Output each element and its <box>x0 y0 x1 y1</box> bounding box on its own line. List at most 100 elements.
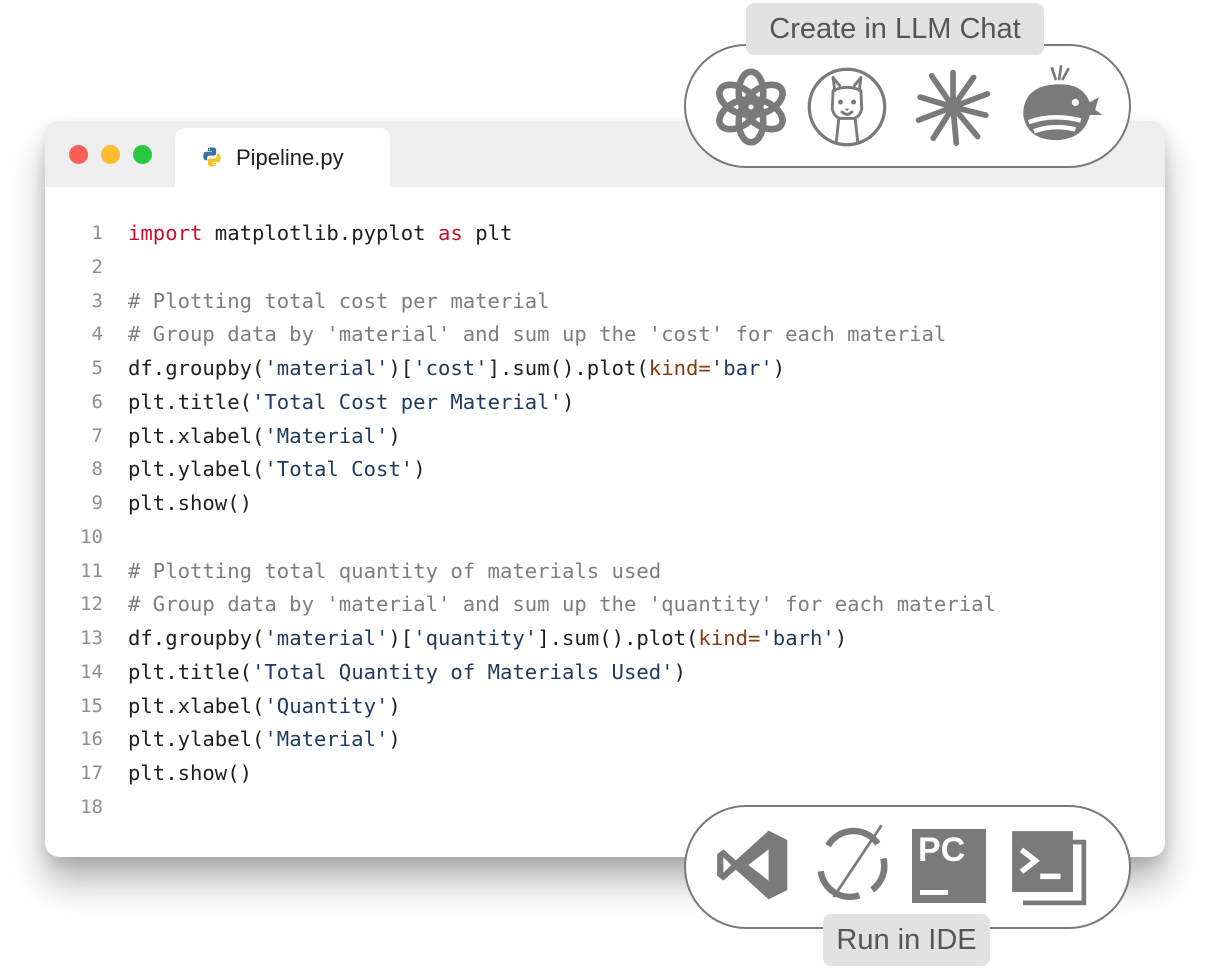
code-text: import matplotlib.pyplot as plt <box>128 217 512 251</box>
maximize-window-button[interactable] <box>133 145 152 164</box>
tab-pipeline-py[interactable]: Pipeline.py <box>175 128 390 187</box>
minimize-window-button[interactable] <box>101 145 120 164</box>
line-number: 16 <box>80 728 103 751</box>
line-number: 14 <box>80 660 103 683</box>
code-line[interactable]: 15 plt.xlabel('Quantity') <box>45 690 1165 724</box>
code-token: ) <box>388 423 401 448</box>
claude-icon[interactable] <box>912 66 994 148</box>
code-line[interactable]: 11 # Plotting total quantity of materials… <box>45 555 1165 589</box>
line-number: 11 <box>80 559 103 582</box>
code-token: kind= <box>648 356 711 380</box>
code-token: kind= <box>698 626 761 650</box>
code-text: # Plotting total quantity of materials u… <box>128 555 661 589</box>
line-number: 12 <box>80 593 103 616</box>
code-text: plt.title('Total Quantity of Materials U… <box>128 656 686 690</box>
line-number: 10 <box>80 525 103 548</box>
code-token: 'Quantity' <box>264 693 389 718</box>
code-token: 'material' <box>264 356 389 380</box>
line-number: 15 <box>80 694 103 717</box>
line-number: 13 <box>80 627 103 649</box>
code-text: plt.xlabel('Material') <box>128 420 401 454</box>
code-token: df.groupby( <box>128 626 265 650</box>
code-token: plt.title( <box>128 389 252 414</box>
line-number: 7 <box>91 424 103 447</box>
code-area[interactable]: 1 import matplotlib.pyplot as plt 2 3 # Plot… <box>45 217 1165 825</box>
code-token: 'Total Quantity of Materials Used' <box>252 659 674 684</box>
code-line[interactable]: 10 <box>45 521 1165 555</box>
code-text: plt.show() <box>128 757 252 791</box>
code-text: plt.ylabel('Material') <box>128 723 401 757</box>
python-icon <box>203 147 221 167</box>
code-token: 'bar' <box>710 356 773 380</box>
code-line[interactable]: 8 plt.ylabel('Total Cost') <box>45 453 1165 487</box>
code-text: plt.show() <box>128 487 252 521</box>
deepseek-icon[interactable] <box>1016 60 1106 152</box>
code-editor-window: Pipeline.py 1 import matplotlib.pyplot as… <box>45 121 1165 857</box>
code-text: plt.xlabel('Quantity') <box>128 690 401 724</box>
line-number: 5 <box>91 357 103 379</box>
code-token: df.groupby( <box>128 356 265 380</box>
line-number: 2 <box>91 255 103 278</box>
code-token: ) <box>772 356 786 380</box>
code-token: plt.xlabel( <box>128 423 265 448</box>
code-token: plt.title( <box>128 659 252 684</box>
code-text: # Group data by 'material' and sum up th… <box>128 588 996 622</box>
line-number: 9 <box>91 492 103 514</box>
code-line[interactable]: 13 df.groupby('material')['quantity'].sum… <box>45 622 1165 656</box>
tab-filename: Pipeline.py <box>236 145 344 170</box>
code-token: ) <box>561 389 575 414</box>
vscode-icon[interactable] <box>714 826 792 904</box>
code-token: ) <box>413 457 426 482</box>
code-token: ].sum().plot( <box>487 356 649 380</box>
code-line[interactable]: 14 plt.title('Total Quantity of Materials… <box>45 656 1165 690</box>
pycharm-icon[interactable]: PC <box>912 829 986 903</box>
code-token: ) <box>388 727 401 752</box>
code-token: 'barh' <box>760 626 835 650</box>
code-token: plt.ylabel( <box>128 457 265 482</box>
code-line[interactable]: 17 plt.show() <box>45 757 1165 791</box>
code-token: 'material' <box>264 626 389 650</box>
code-line[interactable]: 16 plt.ylabel('Material') <box>45 723 1165 757</box>
line-number: 17 <box>80 762 103 784</box>
code-text: # Group data by 'material' and sum up th… <box>128 318 946 352</box>
openai-icon[interactable] <box>710 66 792 148</box>
code-token: plt.show() <box>128 761 252 785</box>
code-line[interactable]: 3 # Plotting total cost per material <box>45 285 1165 319</box>
code-token: plt.show() <box>128 491 252 515</box>
code-text: # Plotting total cost per material <box>128 285 550 319</box>
code-token: )[ <box>388 356 414 380</box>
code-token: 'Total Cost per Material' <box>252 389 562 414</box>
code-token: )[ <box>388 626 414 650</box>
code-line[interactable]: 4 # Group data by 'material' and sum up t… <box>45 318 1165 352</box>
code-line[interactable]: 9 plt.show() <box>45 487 1165 521</box>
code-text: plt.title('Total Cost per Material') <box>128 386 574 420</box>
code-text: df.groupby('material')['quantity'].sum()… <box>128 622 847 656</box>
code-token: 'Total Cost' <box>264 457 414 482</box>
code-token: matplotlib.pyplot <box>202 221 438 245</box>
line-number: 8 <box>91 458 103 481</box>
llama-icon[interactable] <box>806 66 888 148</box>
code-line[interactable]: 1 import matplotlib.pyplot as plt <box>45 217 1165 251</box>
code-line[interactable]: 7 plt.xlabel('Material') <box>45 420 1165 454</box>
terminal-icon[interactable] <box>1008 828 1088 906</box>
code-token: plt.ylabel( <box>128 727 265 752</box>
code-text: df.groupby('material')['cost'].sum().plo… <box>128 352 785 386</box>
code-line[interactable]: 5 df.groupby('material')['cost'].sum().pl… <box>45 352 1165 386</box>
code-token: ) <box>834 626 848 650</box>
code-line[interactable]: 6 plt.title('Total Cost per Material') <box>45 386 1165 420</box>
code-token: # Group data by 'material' and sum up th… <box>128 592 996 617</box>
code-token: 'quantity' <box>413 626 538 650</box>
code-text: plt.ylabel('Total Cost') <box>128 453 426 487</box>
code-line[interactable]: 2 <box>45 251 1165 285</box>
code-token: plt.xlabel( <box>128 693 265 718</box>
line-number: 4 <box>91 323 103 346</box>
code-token: # Plotting total quantity of materials u… <box>128 558 662 583</box>
code-line[interactable]: 12 # Group data by 'material' and sum up … <box>45 588 1165 622</box>
llm-chat-label: Create in LLM Chat <box>746 3 1044 55</box>
code-token: 'cost' <box>413 356 488 380</box>
spyder-icon[interactable] <box>806 818 898 910</box>
line-number: 18 <box>80 795 103 818</box>
close-window-button[interactable] <box>69 145 88 164</box>
code-token: ].sum().plot( <box>537 626 699 650</box>
code-token: 'Material' <box>264 727 389 752</box>
